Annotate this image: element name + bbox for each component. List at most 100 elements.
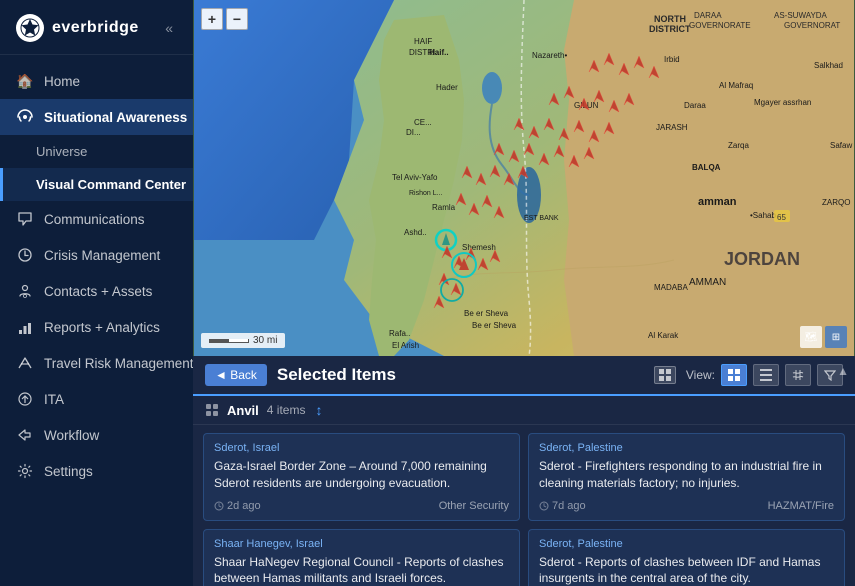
sidebar-item-reports-analytics[interactable]: Reports + Analytics [0, 309, 193, 345]
communications-icon [16, 210, 34, 228]
situational-awareness-icon [16, 108, 34, 126]
sidebar-item-label: Crisis Management [44, 248, 160, 263]
grid-view-button[interactable] [721, 364, 747, 386]
map-view-button[interactable] [785, 364, 811, 386]
sort-button[interactable]: ↕ [315, 402, 322, 418]
sidebar-item-label: Situational Awareness [44, 110, 187, 125]
view-label: View: [686, 368, 715, 382]
cards-container: Sderot, Israel Gaza-Israel Border Zone –… [193, 425, 855, 586]
svg-text:ZARQO: ZARQO [822, 198, 850, 207]
svg-text:DARAA: DARAA [694, 11, 722, 20]
logo-icon [16, 14, 44, 42]
sidebar-item-label: ITA [44, 392, 64, 407]
card-description-0: Gaza-Israel Border Zone – Around 7,000 r… [214, 458, 509, 492]
svg-text:•Sahab: •Sahab [750, 211, 776, 220]
svg-text:AMMAN: AMMAN [689, 277, 726, 288]
selected-items-panel: ▲ ◄ Back Selected Items View: [193, 356, 855, 586]
svg-text:JORDAN: JORDAN [724, 249, 800, 269]
svg-text:Rishon L...: Rishon L... [409, 190, 443, 197]
svg-text:MADABA: MADABA [654, 283, 688, 292]
incident-card-1[interactable]: Sderot, Palestine Sderot - Firefighters … [528, 433, 845, 521]
sidebar-item-universe[interactable]: Universe [0, 135, 193, 168]
incident-card-2[interactable]: Shaar Hanegev, Israel Shaar HaNegev Regi… [203, 529, 520, 586]
sidebar-item-label: Communications [44, 212, 145, 227]
card-location-3: Sderot, Palestine [539, 538, 834, 550]
sidebar-item-travel-risk[interactable]: Travel Risk Management [0, 345, 193, 381]
clock-icon-0 [214, 501, 224, 511]
sidebar-item-crisis-management[interactable]: Crisis Management [0, 237, 193, 273]
map-container[interactable]: NORTH DISTRICT DARAA GOVERNORATE AS-SUWA… [193, 0, 855, 356]
sidebar-item-label: Visual Command Center [36, 177, 186, 192]
logo-area: everbridge « [0, 0, 193, 55]
svg-text:Rafa..: Rafa.. [389, 329, 410, 338]
sidebar-item-visual-command-center[interactable]: Visual Command Center [0, 168, 193, 201]
card-time-1: 7d ago [539, 500, 586, 512]
sidebar-item-label: Settings [44, 464, 93, 479]
list-view-button[interactable] [753, 364, 779, 386]
zoom-in-button[interactable]: + [201, 8, 223, 30]
sidebar-item-label: Universe [36, 144, 87, 159]
svg-text:EST BANK: EST BANK [524, 215, 559, 222]
sidebar-item-communications[interactable]: Communications [0, 201, 193, 237]
svg-text:Ramla: Ramla [432, 203, 456, 212]
svg-text:JARASH: JARASH [656, 123, 688, 132]
group-name: Anvil [227, 403, 259, 418]
sidebar-collapse-button[interactable]: « [161, 18, 177, 38]
sidebar: everbridge « 🏠 Home Situational Awarenes… [0, 0, 193, 586]
panel-header: ◄ Back Selected Items View: [193, 356, 855, 396]
svg-text:Al Mafraq: Al Mafraq [719, 81, 753, 90]
panel-collapse-button[interactable]: ▲ [837, 364, 849, 378]
card-description-2: Shaar HaNegev Regional Council - Reports… [214, 554, 509, 586]
reports-icon [16, 318, 34, 336]
card-footer-0: 2d ago Other Security [214, 500, 509, 512]
svg-text:amman: amman [698, 196, 737, 208]
card-description-1: Sderot - Firefighters responding to an i… [539, 458, 834, 492]
scale-label: 30 mi [253, 335, 277, 346]
home-icon: 🏠 [16, 72, 34, 90]
sidebar-item-settings[interactable]: Settings [0, 453, 193, 489]
svg-text:CE...: CE... [414, 118, 432, 127]
svg-text:El Arish: El Arish [392, 341, 419, 350]
map-zoom-controls: + − [201, 8, 248, 30]
card-location-2: Shaar Hanegev, Israel [214, 538, 509, 550]
svg-text:Irbid: Irbid [664, 55, 680, 64]
svg-text:HAIF: HAIF [414, 37, 432, 46]
card-tag-0: Other Security [439, 500, 509, 512]
card-time-0: 2d ago [214, 500, 261, 512]
map-brand-icons: 🗺 ⊞ [800, 326, 847, 348]
sidebar-item-contacts-assets[interactable]: Contacts + Assets [0, 273, 193, 309]
panel-sub-header: Anvil 4 items ↕ [193, 396, 855, 425]
svg-text:Be er Sheva: Be er Sheva [472, 321, 517, 330]
sidebar-item-home[interactable]: 🏠 Home [0, 63, 193, 99]
svg-text:Tel Aviv-Yafo: Tel Aviv-Yafo [392, 173, 438, 182]
svg-text:GOVERNORAT: GOVERNORAT [784, 21, 840, 30]
svg-text:BALQA: BALQA [692, 163, 721, 172]
sidebar-item-label: Workflow [44, 428, 99, 443]
svg-text:GOVERNORATE: GOVERNORATE [689, 21, 751, 30]
svg-text:Daraa: Daraa [684, 101, 706, 110]
svg-text:Salkhad: Salkhad [814, 61, 843, 70]
workflow-icon [16, 426, 34, 444]
main-content: NORTH DISTRICT DARAA GOVERNORATE AS-SUWA… [193, 0, 855, 586]
svg-text:DI...: DI... [406, 128, 421, 137]
svg-text:Hader: Hader [436, 83, 458, 92]
sidebar-item-ita[interactable]: ITA [0, 381, 193, 417]
card-description-3: Sderot - Reports of clashes between IDF … [539, 554, 834, 586]
sidebar-item-workflow[interactable]: Workflow [0, 417, 193, 453]
back-button[interactable]: ◄ Back [205, 364, 267, 386]
svg-text:65: 65 [777, 213, 786, 222]
sidebar-item-situational-awareness[interactable]: Situational Awareness [0, 99, 193, 135]
ita-icon [16, 390, 34, 408]
svg-text:Shemesh: Shemesh [462, 243, 496, 252]
sidebar-item-label: Reports + Analytics [44, 320, 160, 335]
items-count: 4 items [267, 403, 306, 417]
sidebar-item-label: Home [44, 74, 80, 89]
card-location-0: Sderot, Israel [214, 442, 509, 454]
svg-text:Ashd..: Ashd.. [404, 228, 427, 237]
group-icon [205, 403, 219, 417]
incident-card-3[interactable]: Sderot, Palestine Sderot - Reports of cl… [528, 529, 845, 586]
grid-layout-button[interactable] [654, 366, 676, 384]
incident-card-0[interactable]: Sderot, Israel Gaza-Israel Border Zone –… [203, 433, 520, 521]
zoom-out-button[interactable]: − [226, 8, 248, 30]
settings-icon [16, 462, 34, 480]
